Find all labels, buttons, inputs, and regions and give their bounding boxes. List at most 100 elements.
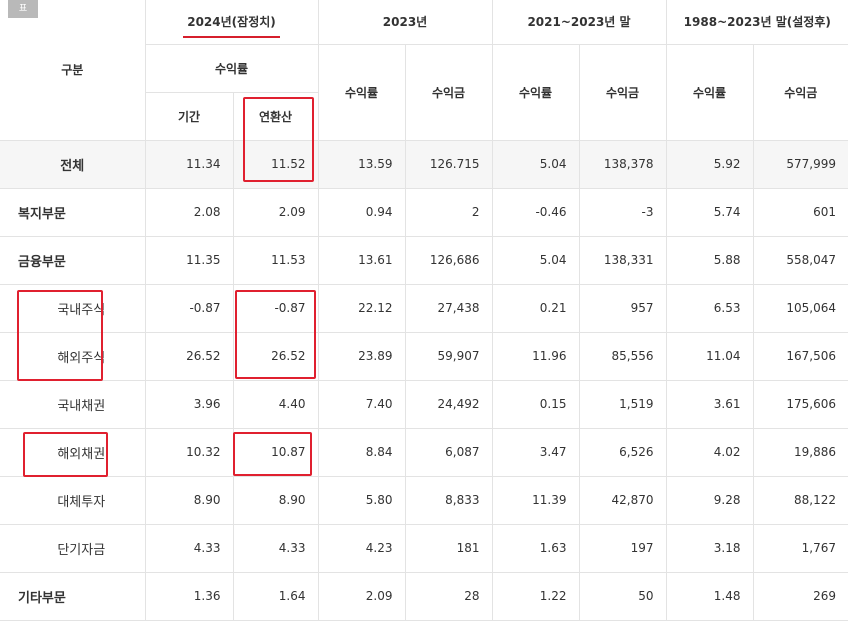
header-2024-rate: 수익률: [144, 44, 318, 93]
cell: 10.32: [144, 428, 233, 477]
cell: 1.22: [491, 572, 580, 621]
cell: 4.40: [232, 380, 318, 429]
highlight-annualized-header: [243, 97, 314, 182]
cell: 22.12: [317, 284, 405, 333]
cell: 0.15: [491, 380, 580, 429]
cell: 13.59: [317, 140, 405, 189]
cell: 126.715: [404, 140, 493, 189]
cell: 8,833: [404, 476, 493, 525]
cell: 24,492: [404, 380, 493, 429]
cell: 5.74: [665, 188, 754, 237]
cell: 8.90: [144, 476, 233, 525]
cell: 11.35: [144, 236, 233, 285]
row-label: 금융부문: [0, 236, 145, 285]
cell: 601: [752, 188, 849, 237]
row-label: 기타부문: [0, 572, 145, 621]
table-row: 단기자금 4.33 4.33 4.23 181 1.63 197 3.18 1,…: [0, 524, 849, 573]
cell: 13.61: [317, 236, 405, 285]
cell: 11.96: [491, 332, 580, 381]
cell: 5.88: [665, 236, 754, 285]
header-1988-rate: 수익률: [665, 44, 754, 141]
cell: 138,331: [578, 236, 667, 285]
cell: 181: [404, 524, 493, 573]
cell: 558,047: [752, 236, 849, 285]
cell: 6,087: [404, 428, 493, 477]
cell: 28: [404, 572, 493, 621]
cell: 4.23: [317, 524, 405, 573]
row-label: 단기자금: [0, 524, 145, 573]
row-label: 국내채권: [0, 380, 145, 429]
cell: 7.40: [317, 380, 405, 429]
cell: 0.94: [317, 188, 405, 237]
cell: 167,506: [752, 332, 849, 381]
cell: 2: [404, 188, 493, 237]
row-label: 전체: [0, 140, 145, 189]
cell: 11.39: [491, 476, 580, 525]
table-row: 해외채권 10.32 10.87 8.84 6,087 3.47 6,526 4…: [0, 428, 849, 477]
cell: 2.09: [232, 188, 318, 237]
cell: 105,064: [752, 284, 849, 333]
cell: 5.92: [665, 140, 754, 189]
cell: 1.63: [491, 524, 580, 573]
header-period: 기간: [144, 92, 233, 141]
header-1988-2023: 1988~2023년 말(설정후): [665, 0, 849, 45]
cell: 9.28: [665, 476, 754, 525]
cell: -0.87: [144, 284, 233, 333]
highlight-foreign-bond-label: [23, 432, 108, 477]
cell: 577,999: [752, 140, 849, 189]
cell: 27,438: [404, 284, 493, 333]
cell: 3.47: [491, 428, 580, 477]
cell: 2.09: [317, 572, 405, 621]
header-2023-rate: 수익률: [317, 44, 405, 141]
cell: 1,767: [752, 524, 849, 573]
cell: 3.61: [665, 380, 754, 429]
cell: 8.84: [317, 428, 405, 477]
cell: 1.36: [144, 572, 233, 621]
cell: 3.18: [665, 524, 754, 573]
header-2021-2023: 2021~2023년 말: [491, 0, 667, 45]
cell: 11.04: [665, 332, 754, 381]
cell: 11.53: [232, 236, 318, 285]
cell: 0.21: [491, 284, 580, 333]
cell: 11.34: [144, 140, 233, 189]
cell: 1.48: [665, 572, 754, 621]
cell: 6.53: [665, 284, 754, 333]
cell: 4.33: [144, 524, 233, 573]
header-2024-label: 2024년(잠정치): [183, 15, 280, 39]
table-row: 기타부문 1.36 1.64 2.09 28 1.22 50 1.48 269: [0, 572, 849, 621]
cell: 50: [578, 572, 667, 621]
cell: 8.90: [232, 476, 318, 525]
cell: 5.80: [317, 476, 405, 525]
row-label: 대체투자: [0, 476, 145, 525]
cell: 957: [578, 284, 667, 333]
cell: -0.46: [491, 188, 580, 237]
cell: 138,378: [578, 140, 667, 189]
cell: 26.52: [144, 332, 233, 381]
header-2021-rate: 수익률: [491, 44, 580, 141]
cell: 19,886: [752, 428, 849, 477]
cell: 1,519: [578, 380, 667, 429]
cell: -3: [578, 188, 667, 237]
cell: 6,526: [578, 428, 667, 477]
cell: 5.04: [491, 236, 580, 285]
cell: 197: [578, 524, 667, 573]
cell: 85,556: [578, 332, 667, 381]
header-2021-amount: 수익금: [578, 44, 667, 141]
header-2024: 2024년(잠정치): [144, 0, 318, 45]
table-row: 국내채권 3.96 4.40 7.40 24,492 0.15 1,519 3.…: [0, 380, 849, 429]
cell: 4.33: [232, 524, 318, 573]
cell: 4.02: [665, 428, 754, 477]
table-row: 대체투자 8.90 8.90 5.80 8,833 11.39 42,870 9…: [0, 476, 849, 525]
cell: 59,907: [404, 332, 493, 381]
table-row: 복지부문 2.08 2.09 0.94 2 -0.46 -3 5.74 601: [0, 188, 849, 237]
cell: 42,870: [578, 476, 667, 525]
table-row: 전체 11.34 11.52 13.59 126.715 5.04 138,37…: [0, 140, 849, 189]
cell: 1.64: [232, 572, 318, 621]
table-row: 국내주식 -0.87 -0.87 22.12 27,438 0.21 957 6…: [0, 284, 849, 333]
highlight-stocks-values: [235, 290, 316, 379]
cell: 23.89: [317, 332, 405, 381]
header-1988-amount: 수익금: [752, 44, 849, 141]
cell: 126,686: [404, 236, 493, 285]
highlight-stocks-labels: [17, 290, 103, 381]
cell: 88,122: [752, 476, 849, 525]
